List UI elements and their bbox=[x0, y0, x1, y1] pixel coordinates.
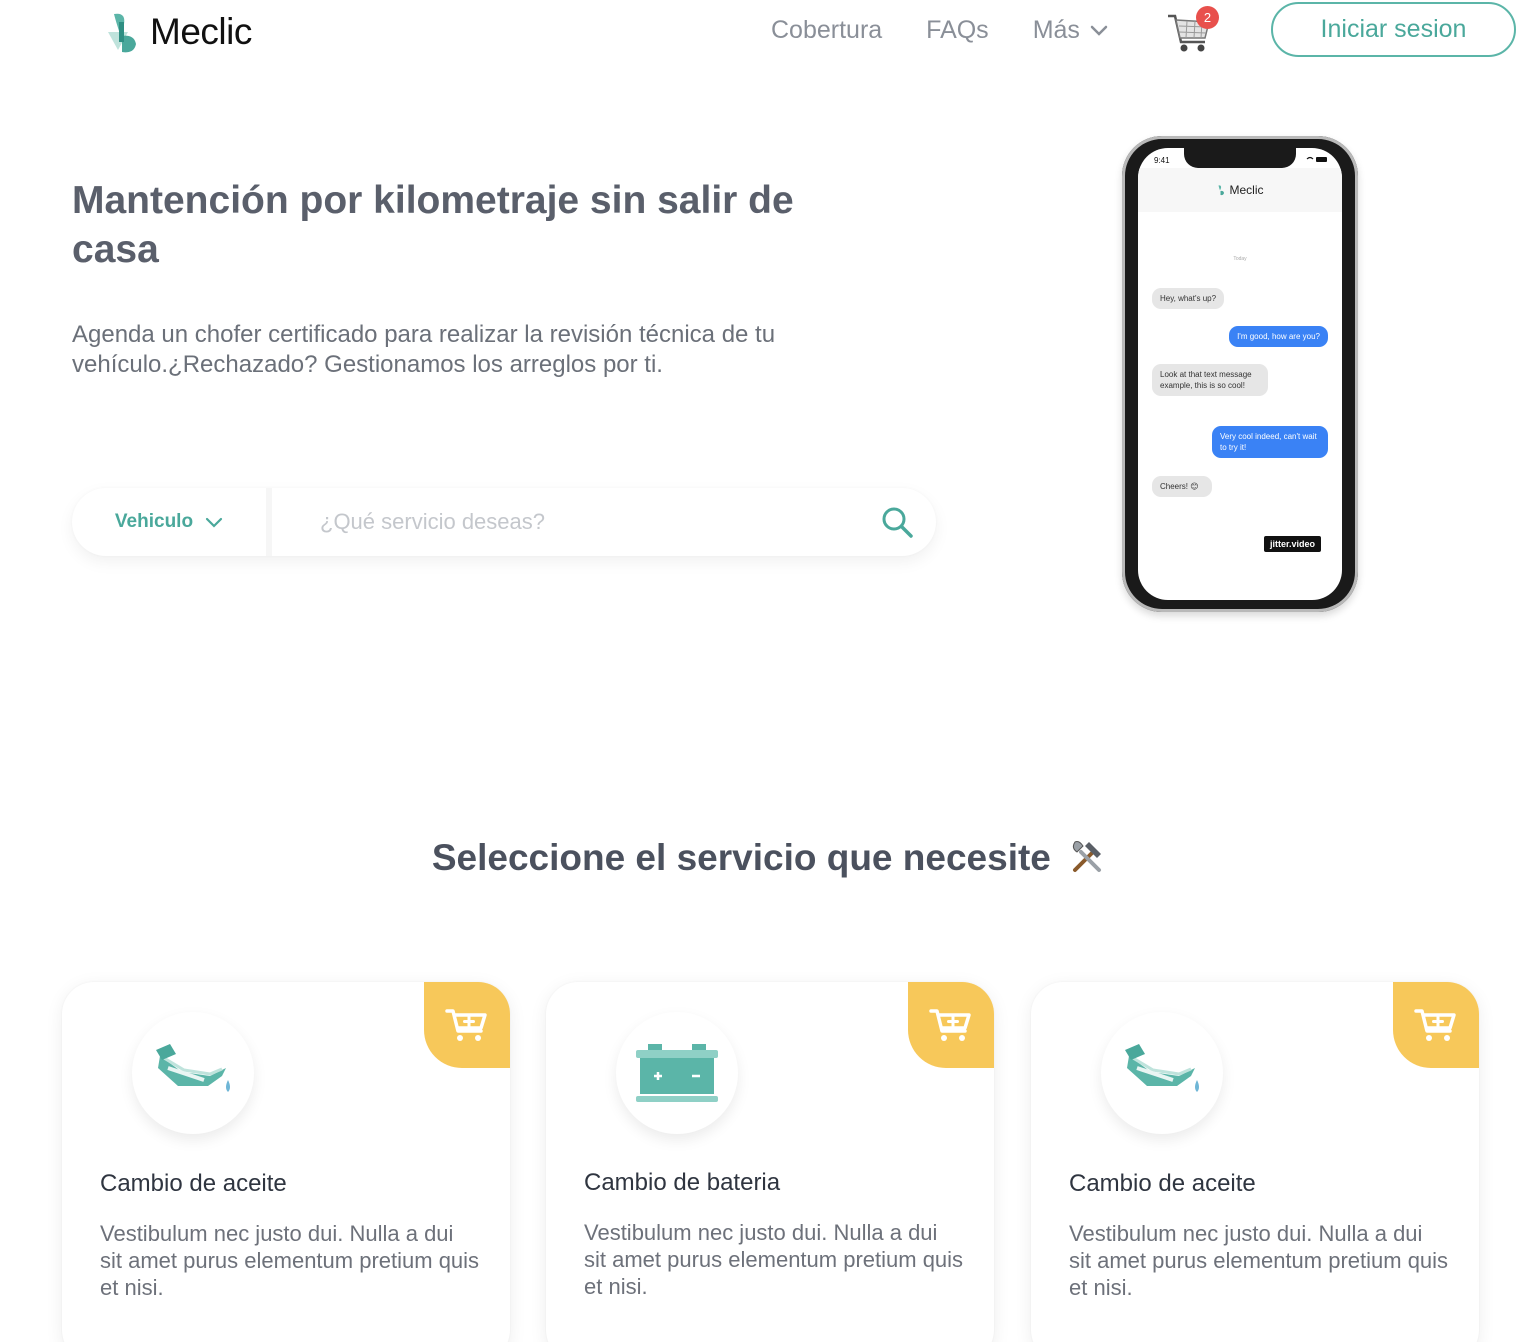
meclic-logo-icon bbox=[108, 13, 136, 53]
service-card-oil-change[interactable]: Cambio de aceite Vestibulum nec justo du… bbox=[1031, 982, 1479, 1342]
service-card-description: Vestibulum nec justo dui. Nulla a dui si… bbox=[100, 1221, 480, 1300]
service-icon-container bbox=[616, 1012, 738, 1134]
chat-app-name: Meclic bbox=[1229, 183, 1264, 197]
chevron-down-icon bbox=[205, 517, 223, 528]
phone-mockup: 9:41 Meclic Today Hey, what's up? I'm go… bbox=[1122, 136, 1358, 612]
add-to-cart-icon bbox=[445, 1009, 487, 1041]
chat-header: Meclic bbox=[1138, 168, 1342, 212]
login-button[interactable]: Iniciar sesion bbox=[1271, 2, 1516, 57]
meclic-logo-icon bbox=[1218, 185, 1225, 196]
main-nav: Cobertura FAQs Más bbox=[771, 16, 1108, 45]
search-icon[interactable] bbox=[880, 505, 914, 539]
service-card-oil-change[interactable]: Cambio de aceite Vestibulum nec justo du… bbox=[62, 982, 510, 1342]
service-card-description: Vestibulum nec justo dui. Nulla a dui si… bbox=[584, 1220, 964, 1299]
hero-subtitle: Agenda un chofer certificado para realiz… bbox=[72, 321, 776, 378]
service-card-battery-change[interactable]: Cambio de bateria Vestibulum nec justo d… bbox=[546, 982, 994, 1342]
add-to-cart-icon bbox=[929, 1009, 971, 1041]
brand-name: Meclic bbox=[150, 11, 252, 52]
battery-icon bbox=[636, 1044, 718, 1102]
chevron-down-icon bbox=[1090, 25, 1108, 36]
brand-logo[interactable]: Meclic bbox=[104, 10, 252, 54]
phone-screen: 9:41 Meclic Today Hey, what's up? I'm go… bbox=[1138, 148, 1342, 600]
phone-time: 9:41 bbox=[1154, 156, 1170, 165]
hero-title: Mantención por kilometraje sin salir de … bbox=[72, 179, 794, 271]
service-card-description: Vestibulum nec justo dui. Nulla a dui si… bbox=[1069, 1221, 1449, 1300]
services-heading: Seleccione el servicio que necesite bbox=[0, 836, 1539, 879]
cart-count-badge: 2 bbox=[1196, 6, 1219, 29]
nav-link-cobertura[interactable]: Cobertura bbox=[771, 16, 882, 45]
nav-more-dropdown[interactable]: Más bbox=[1033, 16, 1108, 45]
service-card-title: Cambio de bateria bbox=[584, 1169, 781, 1196]
add-to-cart-button[interactable] bbox=[424, 982, 510, 1068]
oil-can-icon bbox=[1125, 1044, 1199, 1092]
service-search-bar: Vehiculo bbox=[72, 488, 936, 556]
services-heading-text: Seleccione el servicio que necesite bbox=[431, 837, 1051, 878]
nav-link-faqs[interactable]: FAQs bbox=[926, 16, 989, 45]
vehicle-select-label: Vehiculo bbox=[114, 511, 194, 532]
chat-message: Look at that text message example, this … bbox=[1152, 364, 1268, 396]
service-search-input[interactable] bbox=[272, 509, 880, 535]
service-icon-container bbox=[1101, 1012, 1223, 1134]
service-icon-container bbox=[132, 1012, 254, 1134]
phone-notch bbox=[1184, 148, 1296, 168]
add-to-cart-button[interactable] bbox=[1393, 982, 1479, 1068]
chat-day-label: Today bbox=[1233, 256, 1247, 262]
status-bar-icons bbox=[1306, 156, 1327, 162]
add-to-cart-button[interactable] bbox=[908, 982, 994, 1068]
chat-message: Very cool indeed, can't wait to try it! bbox=[1212, 426, 1328, 458]
hammer-wrench-icon bbox=[1073, 841, 1102, 872]
jitter-watermark: jitter.video bbox=[1264, 536, 1322, 552]
vehicle-select[interactable]: Vehiculo bbox=[72, 488, 272, 556]
add-to-cart-icon bbox=[1414, 1009, 1456, 1041]
chat-message: Cheers! 😊 bbox=[1152, 476, 1212, 497]
chat-message: I'm good, how are you? bbox=[1229, 326, 1328, 347]
service-card-title: Cambio de aceite bbox=[100, 1170, 287, 1197]
nav-more-label: Más bbox=[1032, 16, 1080, 44]
chat-message: Hey, what's up? bbox=[1152, 288, 1225, 309]
oil-can-icon bbox=[156, 1044, 230, 1092]
service-card-title: Cambio de aceite bbox=[1069, 1170, 1256, 1197]
